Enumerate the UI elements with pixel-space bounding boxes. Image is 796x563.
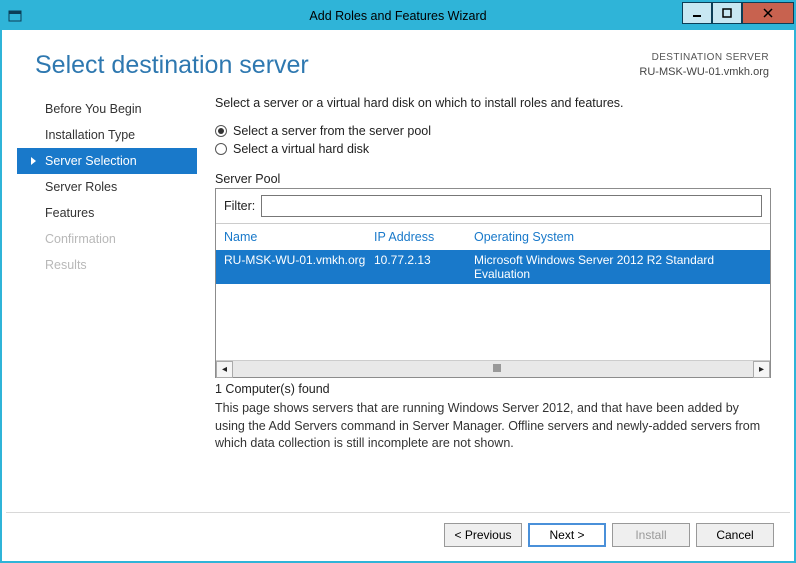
destination-value: RU-MSK-WU-01.vmkh.org [639,65,769,80]
radio-icon [215,143,227,155]
col-name[interactable]: Name [224,230,374,244]
nav-confirmation: Confirmation [17,226,197,252]
scroll-left-icon[interactable]: ◂ [216,361,233,378]
scroll-track[interactable] [233,361,753,377]
window-title: Add Roles and Features Wizard [2,9,794,23]
table-header: Name IP Address Operating System [216,224,770,250]
close-button[interactable] [742,2,794,24]
table-row[interactable]: RU-MSK-WU-01.vmkh.org 10.77.2.13 Microso… [216,250,770,284]
server-pool-box: Filter: Name IP Address Operating System… [215,188,771,378]
scroll-thumb[interactable] [493,364,501,372]
radio-label: Select a server from the server pool [233,124,431,138]
server-pool-label: Server Pool [215,172,771,186]
filter-label: Filter: [224,199,255,213]
main-pane: Select a server or a virtual hard disk o… [197,94,779,505]
cell-ip: 10.77.2.13 [374,253,474,281]
app-icon [8,9,22,23]
window-controls [682,2,794,24]
minimize-button[interactable] [682,2,712,24]
nav-installation-type[interactable]: Installation Type [17,122,197,148]
cancel-button[interactable]: Cancel [696,523,774,547]
destination-label: DESTINATION SERVER [639,51,769,65]
titlebar[interactable]: Add Roles and Features Wizard [2,2,794,30]
scroll-right-icon[interactable]: ▸ [753,361,770,378]
horizontal-scrollbar[interactable]: ◂ ▸ [216,360,770,377]
help-text: This page shows servers that are running… [215,400,771,453]
wizard-window: Add Roles and Features Wizard Select des… [0,0,796,563]
col-os[interactable]: Operating System [474,230,762,244]
filter-input[interactable] [261,195,762,217]
nav-server-roles[interactable]: Server Roles [17,174,197,200]
col-ip[interactable]: IP Address [374,230,474,244]
cell-name: RU-MSK-WU-01.vmkh.org [224,253,374,281]
sidebar: Before You Begin Installation Type Serve… [17,94,197,505]
nav-results: Results [17,252,197,278]
nav-server-selection[interactable]: Server Selection [17,148,197,174]
next-button[interactable]: Next > [528,523,606,547]
content: Select destination server DESTINATION SE… [2,30,794,561]
radio-server-pool[interactable]: Select a server from the server pool [215,124,771,138]
radio-icon [215,125,227,137]
computers-found: 1 Computer(s) found [215,382,771,396]
radio-vhd[interactable]: Select a virtual hard disk [215,142,771,156]
table-body: RU-MSK-WU-01.vmkh.org 10.77.2.13 Microso… [216,250,770,360]
previous-button[interactable]: < Previous [444,523,522,547]
destination-block: DESTINATION SERVER RU-MSK-WU-01.vmkh.org [639,51,769,80]
install-button: Install [612,523,690,547]
nav-before-you-begin[interactable]: Before You Begin [17,96,197,122]
radio-label: Select a virtual hard disk [233,142,369,156]
nav-features[interactable]: Features [17,200,197,226]
cell-os: Microsoft Windows Server 2012 R2 Standar… [474,253,762,281]
page-title: Select destination server [35,51,309,80]
maximize-button[interactable] [712,2,742,24]
button-bar: < Previous Next > Install Cancel [6,512,790,557]
intro-text: Select a server or a virtual hard disk o… [215,96,771,110]
